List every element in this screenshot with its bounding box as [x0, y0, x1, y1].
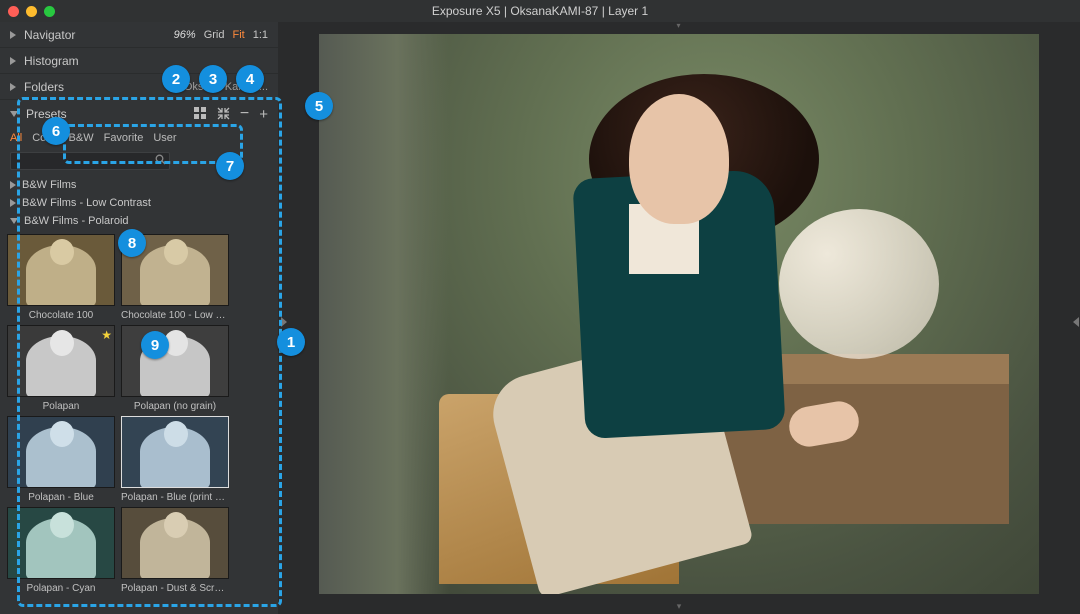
filter-color[interactable]: Color [32, 132, 58, 144]
left-sidebar: Navigator 96% Grid Fit 1:1 Histogram Fol… [0, 22, 278, 614]
minimize-window-button[interactable] [26, 6, 37, 17]
preset-thumb-image [121, 416, 229, 488]
chevron-right-icon [10, 31, 16, 39]
navigator-panel-header[interactable]: Navigator 96% Grid Fit 1:1 [0, 22, 278, 48]
histogram-panel-header[interactable]: Histogram [0, 48, 278, 74]
chevron-right-icon [10, 199, 16, 207]
zoom-one-to-one[interactable]: 1:1 [253, 29, 268, 41]
folders-subtext: Oksana Kami P... [184, 81, 268, 93]
preset-section-bw-films[interactable]: B&W Films [4, 176, 274, 194]
preset-polapan-nograin[interactable]: Polapan (no grain) [120, 325, 230, 412]
close-window-button[interactable] [8, 6, 19, 17]
preset-thumb-label: Polapan [7, 401, 115, 412]
app-body: Navigator 96% Grid Fit 1:1 Histogram Fol… [0, 22, 1080, 614]
preset-thumb-label: Polapan (no grain) [121, 401, 229, 412]
chevron-down-icon [10, 218, 18, 224]
preset-polapan-cyan[interactable]: Polapan - Cyan [6, 507, 116, 594]
section-label: B&W Films - Polaroid [24, 215, 129, 227]
filter-favorite[interactable]: Favorite [104, 132, 144, 144]
preset-thumb-label: Chocolate 100 - Low Contrast [121, 310, 229, 321]
chevron-down-icon [10, 111, 18, 117]
image-viewer: ▾ ▾ [278, 22, 1080, 614]
preset-section-bw-low[interactable]: B&W Films - Low Contrast [4, 194, 274, 212]
presets-label: Presets [26, 107, 67, 121]
search-icon [155, 154, 166, 168]
preset-thumb-label: Chocolate 100 [7, 310, 115, 321]
preset-thumb-image: ★ [7, 325, 115, 397]
zoom-fit[interactable]: Fit [232, 29, 244, 41]
right-panel-handle[interactable] [1072, 307, 1080, 337]
preset-list: B&W Films B&W Films - Low Contrast B&W F… [0, 176, 278, 614]
remove-preset-icon[interactable]: − [240, 106, 249, 122]
folders-panel-header[interactable]: Folders Oksana Kami P... [0, 74, 278, 100]
preset-search-input[interactable] [10, 152, 170, 170]
preset-thumb-label: Polapan - Cyan [7, 583, 115, 594]
preset-thumb-label: Polapan - Blue [7, 492, 115, 503]
preset-polapan-dust[interactable]: Polapan - Dust & Scratches [120, 507, 230, 594]
add-preset-icon[interactable]: + [259, 107, 268, 122]
preset-thumb-label: Polapan - Blue (print border) [121, 492, 229, 503]
preset-thumbnails: Chocolate 100 Chocolate 100 - Low Contra… [4, 230, 274, 598]
chevron-right-icon [10, 181, 16, 189]
zoom-percent[interactable]: 96% [174, 29, 196, 41]
preset-thumb-image [121, 234, 229, 306]
titlebar: Exposure X5 | OksanaKAMI-87 | Layer 1 [0, 0, 1080, 22]
grid-view-icon[interactable] [194, 107, 207, 122]
folders-label: Folders [24, 80, 64, 94]
window-title: Exposure X5 | OksanaKAMI-87 | Layer 1 [432, 4, 648, 18]
navigator-label: Navigator [24, 28, 75, 42]
left-panel-handle[interactable] [280, 307, 288, 337]
preset-thumb-image [121, 507, 229, 579]
preset-search-row [0, 148, 278, 176]
viewer-topbar: ▾ [278, 22, 1080, 30]
preset-thumb-image [121, 325, 229, 397]
zoom-grid[interactable]: Grid [204, 29, 225, 41]
main-photo [319, 34, 1039, 594]
window-controls [8, 6, 55, 17]
preset-chocolate-100-low[interactable]: Chocolate 100 - Low Contrast [120, 234, 230, 321]
section-label: B&W Films - Low Contrast [22, 197, 151, 209]
section-label: B&W Films [22, 179, 76, 191]
chevron-right-icon [10, 83, 16, 91]
filter-bw[interactable]: B&W [69, 132, 94, 144]
collapse-icon[interactable] [217, 107, 230, 122]
image-stage[interactable] [300, 34, 1058, 594]
filter-all[interactable]: All [10, 132, 22, 144]
preset-chocolate-100[interactable]: Chocolate 100 [6, 234, 116, 321]
preset-section-polaroid[interactable]: B&W Films - Polaroid [4, 212, 274, 230]
fullscreen-window-button[interactable] [44, 6, 55, 17]
histogram-label: Histogram [24, 54, 79, 68]
preset-thumb-image [7, 507, 115, 579]
preset-polapan[interactable]: ★ Polapan [6, 325, 116, 412]
filter-user[interactable]: User [153, 132, 176, 144]
chevron-right-icon [10, 57, 16, 65]
presets-panel-header[interactable]: Presets − + [0, 100, 278, 128]
favorite-star-icon: ★ [101, 328, 112, 342]
preset-polapan-blue[interactable]: Polapan - Blue [6, 416, 116, 503]
preset-polapan-blue-border[interactable]: Polapan - Blue (print border) [120, 416, 230, 503]
bottom-drag-handle-icon[interactable]: ▾ [677, 601, 682, 612]
preset-thumb-image [7, 416, 115, 488]
presets-panel: Presets − + All Co [0, 100, 278, 614]
top-drag-handle-icon[interactable]: ▾ [672, 24, 686, 28]
preset-filter-row: All Color B&W Favorite User [0, 128, 278, 148]
preset-thumb-image [7, 234, 115, 306]
preset-thumb-label: Polapan - Dust & Scratches [121, 583, 229, 594]
